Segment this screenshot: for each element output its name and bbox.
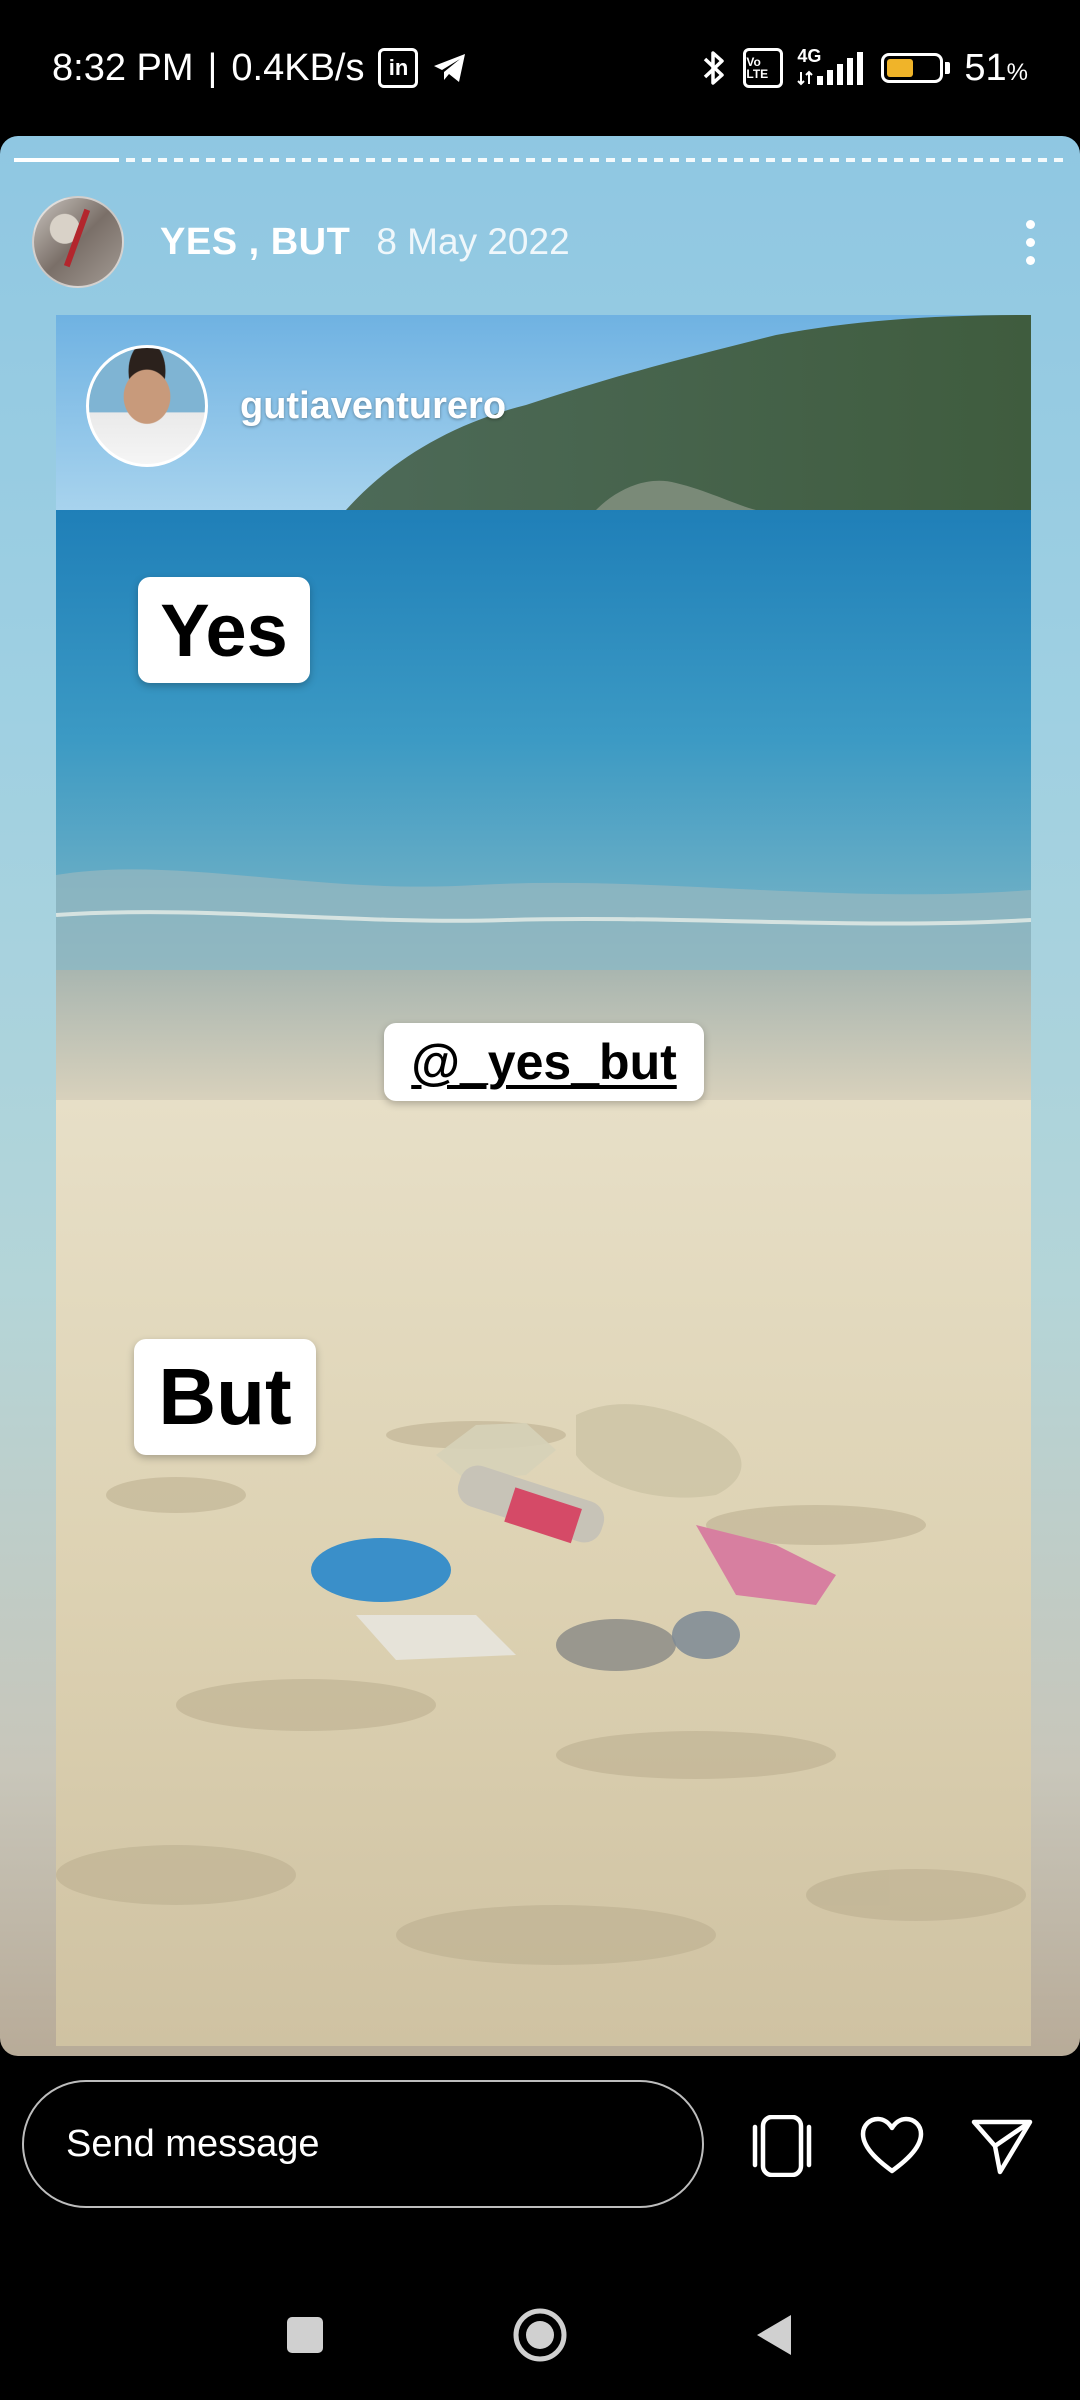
story-avatar[interactable]: [32, 196, 124, 288]
send-button[interactable]: [966, 2110, 1038, 2182]
reposted-user-avatar[interactable]: [86, 345, 208, 467]
mention-sticker[interactable]: @_yes_but: [384, 1023, 704, 1101]
story-viewer[interactable]: YES , BUT 8 May 2022 gutiaventurero Yes …: [0, 136, 1080, 2056]
system-navigation-bar: [0, 2280, 1080, 2390]
status-separator: |: [207, 46, 218, 89]
reposted-username[interactable]: gutiaventurero: [240, 385, 506, 428]
story-progress-bar: [14, 158, 1066, 162]
more-vertical-icon: [1025, 219, 1035, 229]
reposted-user[interactable]: gutiaventurero: [86, 345, 506, 467]
bluetooth-icon: [704, 51, 725, 85]
battery-percent: 51%: [964, 46, 1028, 89]
story-date: 8 May 2022: [376, 221, 570, 262]
network-speed: 0.4KB/s: [231, 46, 365, 89]
triangle-back-icon: [757, 2315, 791, 2355]
recents-button[interactable]: [270, 2300, 340, 2370]
home-button[interactable]: [505, 2300, 575, 2370]
story-photo: gutiaventurero Yes @_yes_but But: [56, 315, 1031, 2046]
battery-icon: [881, 53, 951, 83]
signal-icon: 4G: [797, 46, 867, 88]
reply-bar: Send message: [0, 2080, 1080, 2210]
instagram-story-screen: 8:32 PM | 0.4KB/s in Vo LTE 4G 51% YES ,…: [0, 0, 1080, 2400]
share-to-button[interactable]: [746, 2110, 818, 2182]
status-bar: 8:32 PM | 0.4KB/s in Vo LTE 4G 51%: [0, 0, 1080, 136]
status-right: Vo LTE 4G 51%: [699, 46, 1028, 90]
story-progress-fill: [14, 158, 120, 162]
send-message-placeholder: Send message: [66, 2122, 320, 2165]
more-options-button[interactable]: [1000, 202, 1060, 282]
phone-share-icon: [752, 2115, 812, 2177]
like-button[interactable]: [856, 2110, 928, 2182]
telegram-icon: [434, 54, 466, 82]
volte-icon: Vo LTE: [743, 48, 784, 88]
yes-text-sticker: Yes: [138, 577, 310, 683]
send-icon: [971, 2119, 1033, 2175]
battery-fill: [887, 59, 913, 77]
circle-icon: [513, 2308, 567, 2362]
status-time: 8:32 PM: [52, 46, 194, 89]
square-icon: [287, 2317, 323, 2353]
status-left: 8:32 PM | 0.4KB/s in: [52, 47, 468, 90]
back-button[interactable]: [738, 2300, 808, 2370]
send-message-input[interactable]: Send message: [22, 2080, 704, 2208]
but-text-sticker: But: [134, 1339, 316, 1455]
story-title[interactable]: YES , BUT: [160, 221, 350, 264]
story-header: YES , BUT 8 May 2022: [32, 192, 1060, 292]
linkedin-icon: in: [378, 48, 419, 88]
heart-icon: [860, 2116, 924, 2174]
beach-photo: [56, 315, 1031, 2046]
